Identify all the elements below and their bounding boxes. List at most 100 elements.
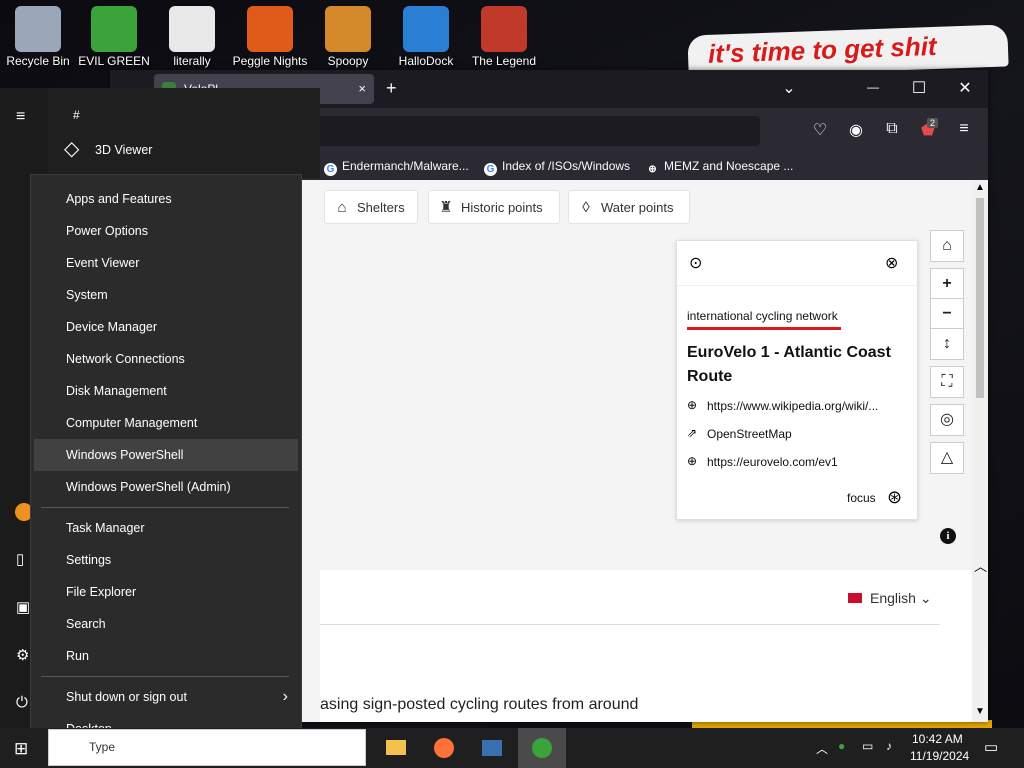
start-section-header: # xyxy=(73,108,80,122)
menu-item[interactable]: Disk Management xyxy=(34,375,298,407)
settings-gear-icon[interactable]: ⚙ xyxy=(16,646,29,664)
openstreetmap-link[interactable]: OpenStreetMap xyxy=(707,427,792,441)
tab-close-icon[interactable]: × xyxy=(358,81,366,96)
power-user-menu: Apps and Features Power Options Event View… xyxy=(30,174,302,756)
zoom-out-button[interactable]: − xyxy=(930,298,964,330)
menu-item[interactable]: Task Manager xyxy=(34,512,298,544)
close-popup-icon[interactable]: ⊗ xyxy=(885,253,898,273)
scroll-up-icon[interactable]: ▲ xyxy=(975,182,985,193)
windows-start-icon[interactable]: ⊞ xyxy=(14,739,28,759)
globe-icon: ⊕ xyxy=(687,454,698,468)
locate-button[interactable]: ◎ xyxy=(930,404,964,436)
menu-item[interactable]: Windows PowerShell (Admin) xyxy=(34,471,298,503)
minimize-button[interactable]: — xyxy=(858,80,888,94)
app-icon xyxy=(15,6,61,52)
start-app-3d-viewer[interactable]: 3D Viewer xyxy=(95,143,152,157)
extensions-icon[interactable]: ⧉ xyxy=(880,120,904,138)
file-explorer-taskbar-icon[interactable] xyxy=(372,728,420,768)
menu-item-label: Windows PowerShell xyxy=(66,448,184,462)
pocket-icon[interactable]: ♡ xyxy=(808,120,832,140)
new-tab-button[interactable]: + xyxy=(386,78,397,99)
desktop-icon-label: HalloDock xyxy=(398,54,454,68)
filter-historic-points[interactable]: ♜ Historic points xyxy=(428,190,560,224)
focus-icon[interactable]: ⊛ xyxy=(887,487,902,508)
clock-time[interactable]: 10:42 AM xyxy=(912,732,963,746)
desktop-icon[interactable]: The Legend xyxy=(464,2,544,70)
info-icon[interactable]: i xyxy=(940,528,956,544)
menu-item-label: Network Connections xyxy=(66,352,185,366)
menu-item[interactable]: Search xyxy=(34,608,298,640)
home-button[interactable]: ⌂ xyxy=(930,230,964,262)
clock-date[interactable]: 11/19/2024 xyxy=(910,749,969,763)
cube-icon: ◇ xyxy=(64,138,80,160)
power-icon[interactable]: ⏻ xyxy=(16,694,28,711)
evil-green-taskbar-icon[interactable] xyxy=(518,728,566,768)
menu-item[interactable]: System xyxy=(34,279,298,311)
network-icon[interactable]: ▭ xyxy=(862,739,873,753)
menu-item[interactable]: Apps and Features xyxy=(34,183,298,215)
menu-item[interactable]: Network Connections xyxy=(34,343,298,375)
menu-item[interactable]: File Explorer xyxy=(34,576,298,608)
pictures-icon[interactable]: ▣ xyxy=(16,598,30,616)
notifications-icon[interactable]: ▭ xyxy=(984,738,998,756)
scroll-up-icon[interactable]: ︿ xyxy=(974,556,987,575)
close-button[interactable]: ✕ xyxy=(950,78,980,98)
desktop-icon[interactable]: Peggle Nights xyxy=(230,2,310,70)
extension-badge: 2 xyxy=(927,118,939,128)
desktop-icon[interactable]: HalloDock xyxy=(386,2,466,70)
firefox-taskbar-icon[interactable] xyxy=(420,728,468,768)
documents-icon[interactable]: ▯ xyxy=(16,550,24,568)
menu-item[interactable]: Device Manager xyxy=(34,311,298,343)
desktop-icon[interactable]: literally xyxy=(152,2,232,70)
desktop-icon-label: Spoopy xyxy=(327,54,369,68)
filter-water-points[interactable]: ◊ Water points xyxy=(568,190,690,224)
volume-icon[interactable]: ♪ xyxy=(886,739,892,753)
menu-item[interactable]: Windows PowerShell xyxy=(34,439,298,471)
bookmark-item[interactable]: ⊕ MEMZ and Noescape ... xyxy=(646,159,793,176)
menu-item-label: Run xyxy=(66,649,89,663)
list-all-tabs-button[interactable]: ⌄ xyxy=(774,78,804,98)
menu-item[interactable]: Event Viewer xyxy=(34,247,298,279)
desktop-icon[interactable]: Spoopy xyxy=(308,2,388,70)
filter-shelters[interactable]: ⌂ Shelters xyxy=(324,190,418,224)
fullscreen-button[interactable]: ⛶ xyxy=(930,366,964,398)
menu-item-label: Event Viewer xyxy=(66,256,140,270)
language-selector[interactable]: English ⌄ xyxy=(848,590,932,607)
menu-item-label: Search xyxy=(66,617,106,631)
desktop-icon-label: EVIL GREEN xyxy=(78,54,150,68)
route-popup: ⊙ ⊗ international cycling network EuroVe… xyxy=(676,240,918,520)
desktop-icon[interactable]: Recycle Bin xyxy=(0,2,78,70)
warning-button[interactable]: △ xyxy=(930,442,964,474)
menu-item-label: Device Manager xyxy=(66,320,158,334)
google-icon: G xyxy=(324,163,337,176)
route-category: international cycling network xyxy=(687,309,838,323)
focus-label: focus xyxy=(847,491,876,505)
eurovelo-link[interactable]: https://eurovelo.com/ev1 xyxy=(707,455,838,469)
menu-item[interactable]: Shut down or sign out › xyxy=(34,681,298,713)
menu-item[interactable]: Settings xyxy=(34,544,298,576)
app-taskbar-icon[interactable] xyxy=(468,728,516,768)
scroll-down-icon[interactable]: ▼ xyxy=(975,706,985,717)
historic-icon: ♜ xyxy=(439,199,453,216)
hamburger-icon[interactable]: ≡ xyxy=(16,108,25,126)
account-icon[interactable]: ◉ xyxy=(844,120,868,140)
zoom-in-button[interactable]: + xyxy=(930,268,964,300)
app-menu-icon[interactable]: ≡ xyxy=(952,120,976,138)
page-scrollbar[interactable]: ▲ ︿ ▼ xyxy=(972,180,988,722)
tray-app-icon[interactable]: ● xyxy=(838,739,845,753)
scroll-thumb[interactable] xyxy=(976,198,984,398)
menu-item[interactable]: Run xyxy=(34,640,298,672)
menu-item[interactable]: Power Options xyxy=(34,215,298,247)
app-icon xyxy=(169,6,215,52)
bookmark-item[interactable]: G Index of /ISOs/Windows xyxy=(484,159,630,176)
collapse-icon[interactable]: ⊙ xyxy=(689,253,702,273)
bookmark-item[interactable]: G Endermanch/Malware... xyxy=(324,159,469,176)
taskbar-search-box[interactable]: Type xyxy=(48,729,366,766)
search-text: Type xyxy=(89,740,116,754)
menu-item[interactable]: Computer Management xyxy=(34,407,298,439)
maximize-button[interactable]: ☐ xyxy=(904,78,934,98)
desktop-icon[interactable]: EVIL GREEN xyxy=(74,2,154,70)
wikipedia-link[interactable]: https://www.wikipedia.org/wiki/... xyxy=(707,399,878,413)
show-hidden-icons[interactable]: ︿ xyxy=(816,740,828,757)
compass-button[interactable]: ↕ xyxy=(930,328,964,360)
